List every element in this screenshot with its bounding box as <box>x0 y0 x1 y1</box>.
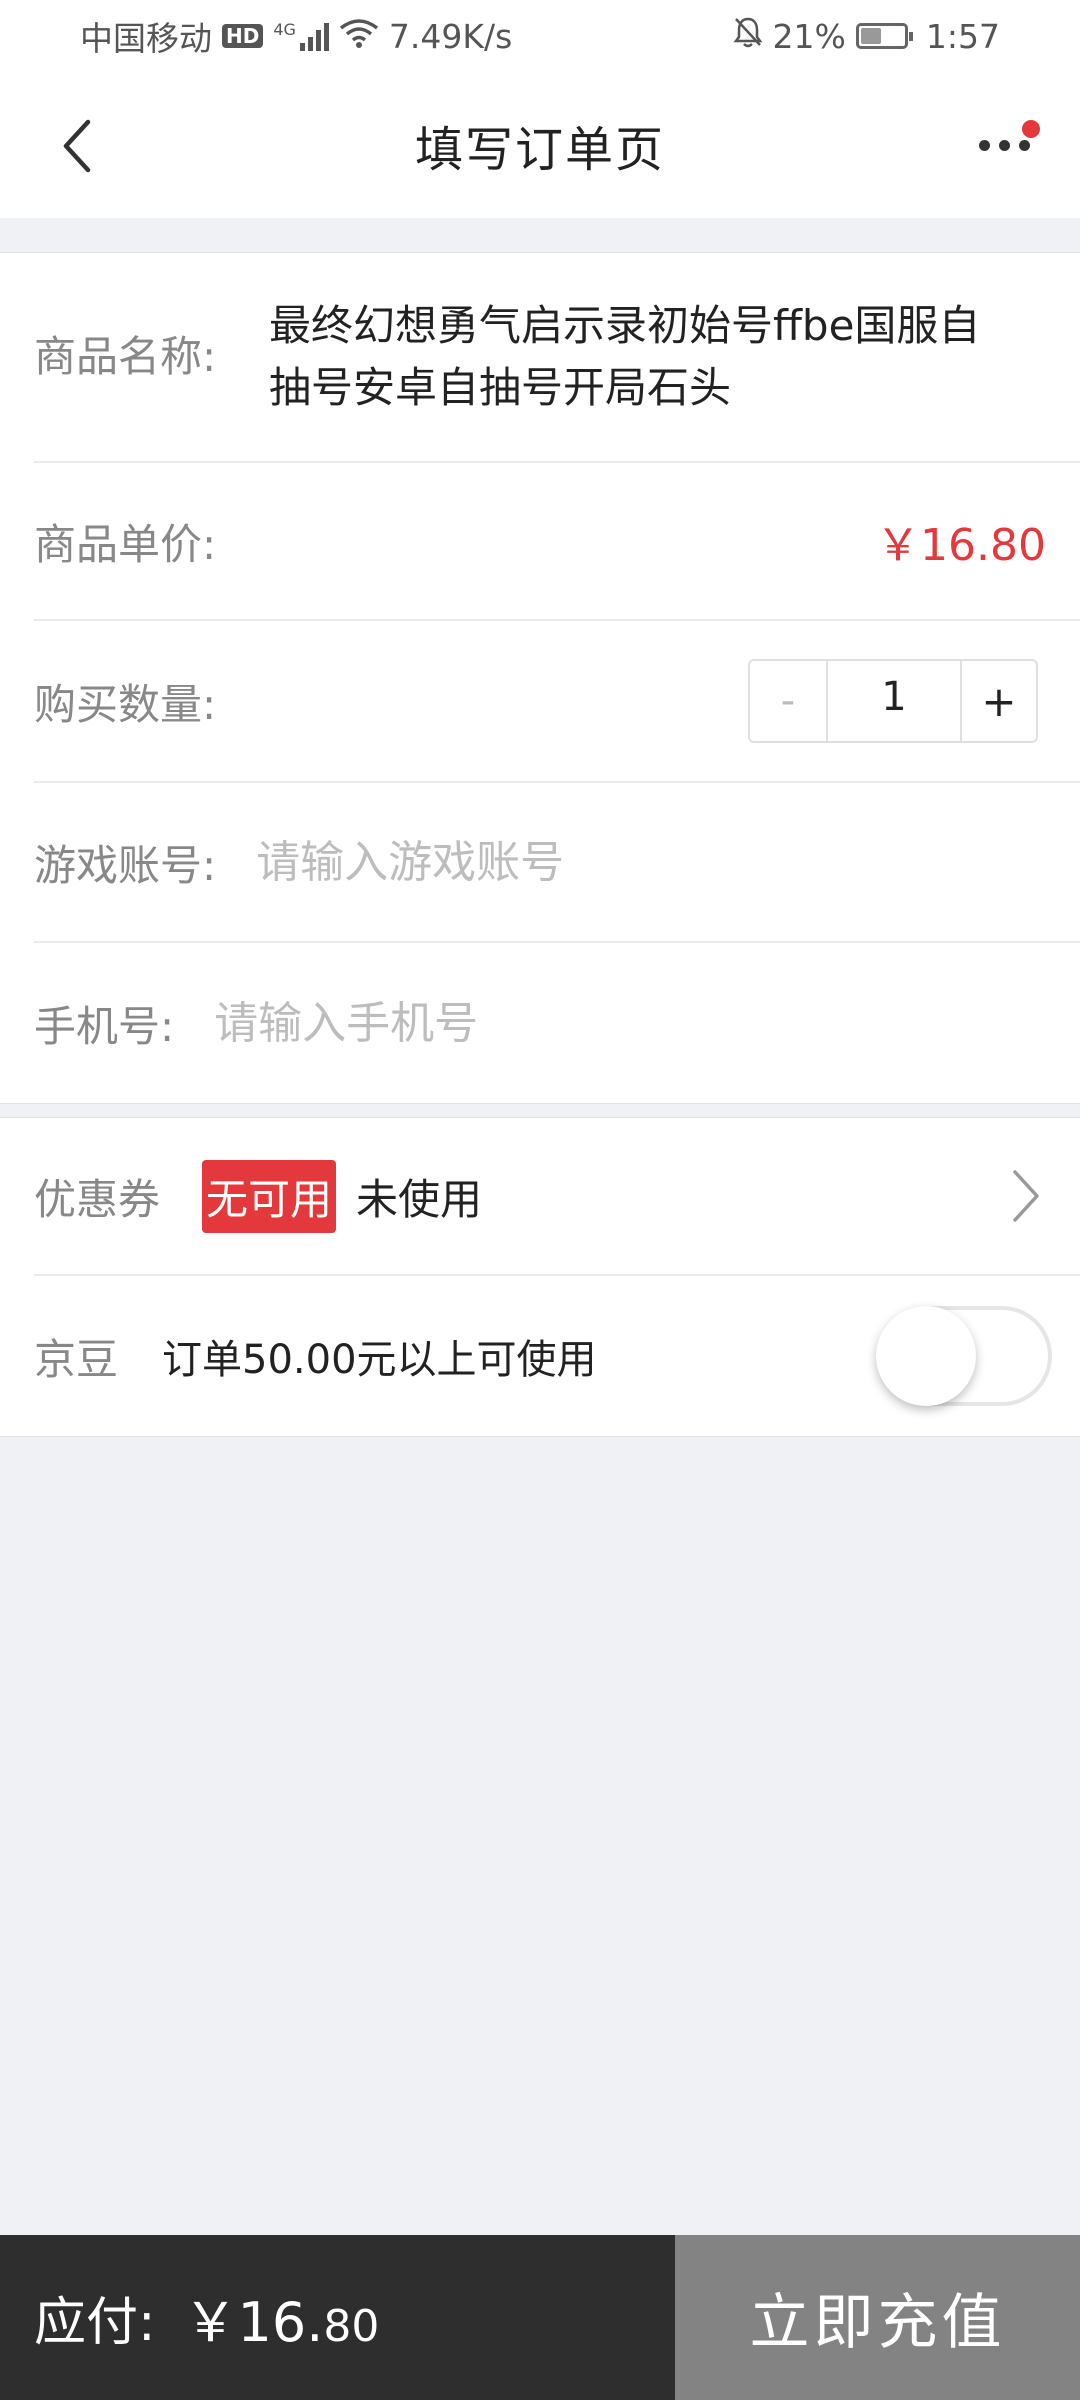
jd-bean-row: 京豆 订单50.00元以上可使用 <box>34 1276 1080 1436</box>
product-name-label: 商品名称: <box>34 332 217 381</box>
quantity-increase-button[interactable]: + <box>962 661 1036 741</box>
notification-dot <box>1022 120 1040 138</box>
status-bar: 中国移动 HD 4G 7.49K/s 21% 1:57 <box>0 0 1080 72</box>
coupon-row[interactable]: 优惠券 无可用 未使用 <box>34 1118 1080 1276</box>
more-button[interactable] <box>964 110 1044 180</box>
quantity-decrease-button[interactable]: - <box>750 661 828 741</box>
mute-bell-icon <box>733 16 763 56</box>
more-dots-icon <box>978 139 990 151</box>
coupon-badge: 无可用 <box>202 1159 337 1233</box>
carrier-name: 中国移动 <box>80 19 212 58</box>
game-account-input[interactable] <box>256 836 1046 888</box>
jd-bean-label: 京豆 <box>34 1334 119 1384</box>
battery-icon <box>855 23 913 49</box>
product-name-row: 商品名称: 最终幻想勇气启示录初始号ffbe国服自抽号安卓自抽号开局石头 <box>34 253 1080 463</box>
quantity-value[interactable]: 1 <box>828 661 962 741</box>
coupon-label: 优惠券 <box>34 1174 161 1224</box>
game-account-label: 游戏账号: <box>34 840 217 890</box>
signal-icon <box>299 21 329 51</box>
toggle-knob <box>876 1306 976 1406</box>
phone-input[interactable] <box>214 997 1046 1049</box>
hd-icon: HD <box>222 24 264 48</box>
order-details-card: 商品名称: 最终幻想勇气启示录初始号ffbe国服自抽号安卓自抽号开局石头 商品单… <box>0 252 1080 1104</box>
quantity-stepper: - 1 + <box>748 659 1038 743</box>
phone-label: 手机号: <box>34 1001 175 1051</box>
quantity-label: 购买数量: <box>34 679 217 729</box>
chevron-left-icon <box>63 119 91 173</box>
quantity-row: 购买数量: - 1 + <box>34 621 1080 783</box>
nav-bar: 填写订单页 <box>0 72 1080 218</box>
payable-label: 应付: <box>34 2293 156 2353</box>
discounts-card: 优惠券 无可用 未使用 京豆 订单50.00元以上可使用 <box>0 1117 1080 1437</box>
clock: 1:57 <box>925 16 1000 56</box>
payable-amount: 应付: ￥16.80 <box>0 2235 675 2400</box>
unit-price-row: 商品单价: ￥16.80 <box>34 463 1080 621</box>
network-type: 4G <box>273 20 296 39</box>
chevron-right-icon <box>1006 1166 1046 1226</box>
jd-bean-toggle[interactable] <box>876 1306 1052 1406</box>
wifi-icon <box>339 17 379 56</box>
game-account-row: 游戏账号: <box>34 783 1080 943</box>
recharge-now-button[interactable]: 立即充值 <box>675 2235 1080 2400</box>
page-title: 填写订单页 <box>414 122 665 178</box>
back-button[interactable] <box>48 116 108 176</box>
battery-percent: 21% <box>772 16 846 56</box>
payable-value: ￥16.80 <box>183 2291 380 2354</box>
network-speed: 7.49K/s <box>388 16 513 56</box>
bottom-bar: 应付: ￥16.80 立即充值 <box>0 2235 1080 2400</box>
product-name-value: 最终幻想勇气启示录初始号ffbe国服自抽号安卓自抽号开局石头 <box>269 301 981 412</box>
unit-price-label: 商品单价: <box>34 519 217 569</box>
coupon-status: 未使用 <box>356 1174 483 1224</box>
phone-row: 手机号: <box>34 943 1080 1103</box>
jd-bean-description: 订单50.00元以上可使用 <box>162 1337 597 1383</box>
unit-price-value: ￥16.80 <box>876 520 1046 571</box>
